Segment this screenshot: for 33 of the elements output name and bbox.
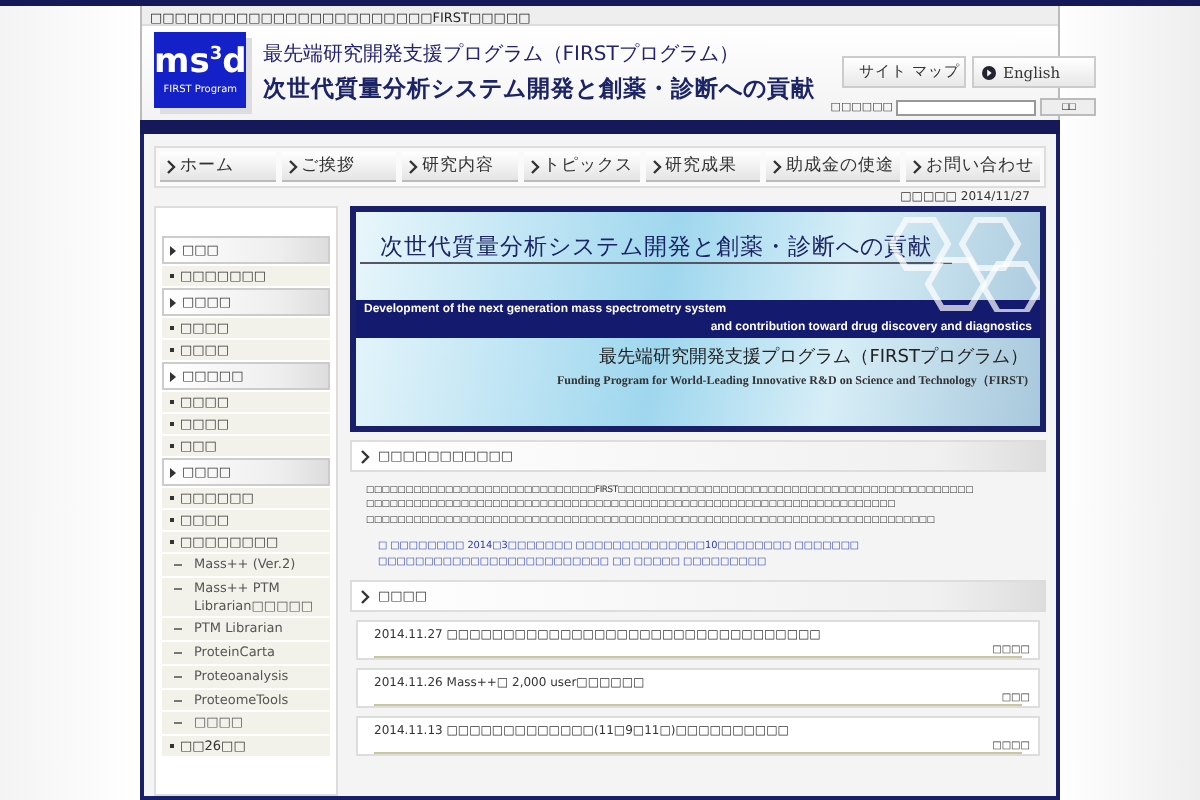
chevron-icon bbox=[287, 159, 297, 173]
chevron-icon bbox=[166, 159, 176, 173]
chevron-icon bbox=[651, 159, 661, 173]
dash-icon bbox=[174, 628, 182, 631]
dash-icon bbox=[174, 587, 182, 590]
dash-icon bbox=[174, 675, 182, 678]
nav-tab[interactable]: ご挨拶 bbox=[281, 152, 396, 182]
chevron-icon bbox=[529, 159, 539, 173]
chevron-icon bbox=[360, 589, 370, 604]
chevron-icon bbox=[408, 159, 418, 173]
nav-tab[interactable]: 研究成果 bbox=[645, 152, 760, 182]
nav-tab[interactable]: ホーム bbox=[160, 152, 275, 182]
chevron-icon bbox=[772, 159, 782, 173]
chevron-icon bbox=[912, 159, 922, 173]
triangle-icon bbox=[170, 371, 176, 381]
nav-tab[interactable]: お問い合わせ bbox=[906, 152, 1040, 182]
site-title: 次世代質量分析システム開発と創薬・診断への貢献 bbox=[262, 74, 815, 104]
dash-icon bbox=[174, 652, 182, 655]
dash-icon bbox=[174, 699, 182, 702]
search-field[interactable] bbox=[896, 99, 1037, 115]
nav-tab[interactable]: トピックス bbox=[523, 152, 639, 182]
dash-icon bbox=[174, 564, 182, 566]
triangle-icon bbox=[170, 297, 176, 307]
banner-title: 次世代質量分析システム開発と創薬・診断への貢献 bbox=[360, 232, 952, 264]
nav-tab[interactable]: 研究内容 bbox=[402, 152, 517, 182]
triangle-icon bbox=[170, 467, 176, 477]
dash-icon bbox=[174, 722, 182, 725]
chevron-icon bbox=[360, 449, 370, 463]
program-name: 最先端研究開発支援プログラム（FIRSTプログラム） bbox=[262, 41, 741, 68]
triangle-icon bbox=[170, 245, 176, 255]
nav-tab[interactable]: 助成金の使途 bbox=[766, 152, 900, 182]
banner-program: 最先端研究開発支援プログラム（FIRSTプログラム） bbox=[597, 344, 1030, 372]
circle-arrow-icon bbox=[982, 65, 997, 79]
